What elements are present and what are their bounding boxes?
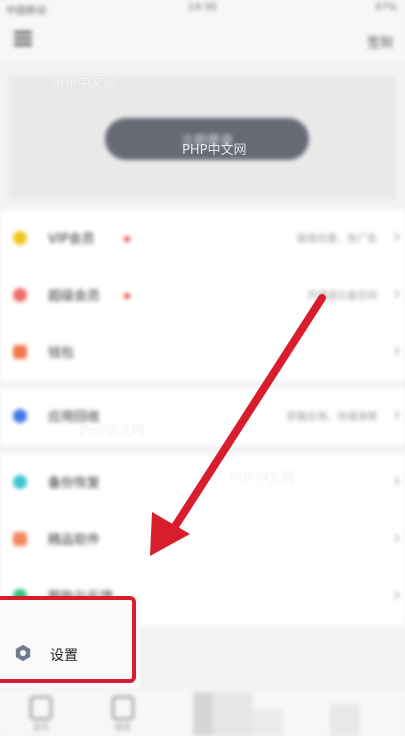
red-dot-badge [124, 236, 130, 242]
battery-text: 47% [374, 2, 397, 13]
recommend-icon [112, 696, 134, 720]
recycle-icon [13, 409, 27, 423]
list-group-membership: VIP会员 超值优惠，免广告 › 超级会员 开通送云盘空间 › 钱包 › [0, 210, 405, 381]
tab-home[interactable]: 首页 [26, 696, 56, 732]
tab-label: 首页 [33, 723, 49, 732]
list-item-label: 精品软件 [48, 533, 101, 548]
chevron-right-icon: › [393, 281, 401, 305]
chevron-right-icon: › [393, 468, 401, 492]
chevron-right-icon: › [393, 224, 401, 248]
backup-icon [13, 475, 27, 489]
checkin-button[interactable]: 签到 [367, 32, 393, 51]
vip-icon [13, 231, 27, 245]
red-dot-badge [124, 293, 130, 299]
top-bar: 签到 [0, 20, 405, 60]
chevron-right-icon: › [393, 402, 401, 426]
list-item-label: 超级会员 [48, 289, 101, 304]
list-item-wallet[interactable]: 钱包 › [0, 324, 405, 381]
home-icon [30, 696, 52, 720]
chevron-right-icon: › [393, 525, 401, 549]
highlight-box [0, 596, 136, 683]
tab-label: 推荐 [115, 723, 131, 732]
watermark: PHP中文网 [182, 143, 247, 158]
list-item-sub: 超值优惠，免广告 [297, 234, 377, 245]
status-bar: 中国移动 14:30 47% [0, 0, 405, 20]
list-item-software[interactable]: 精品软件 › [0, 511, 405, 568]
list-item-label: VIP会员 [48, 232, 95, 247]
bottom-tab-bar: 首页 推荐 [0, 690, 405, 736]
mosaic-block [213, 692, 253, 736]
carrier-text: 中国移动 [6, 6, 46, 17]
mosaic-block [330, 704, 360, 736]
list-group-apps: 应用回收 卸载应用，存储清理 › [0, 388, 405, 445]
list-item-app-recycle[interactable]: 应用回收 卸载应用，存储清理 › [0, 388, 405, 445]
mosaic-block [253, 710, 283, 736]
clock-text: 14:30 [188, 2, 217, 13]
list-item-label: 钱包 [48, 346, 75, 361]
list-item-label: 备份恢复 [48, 476, 101, 491]
list-item-sub: 卸载应用，存储清理 [287, 412, 377, 423]
watermark: PHP中文网 [230, 471, 295, 486]
chevron-right-icon: › [393, 582, 401, 606]
list-item-vip[interactable]: VIP会员 超值优惠，免广告 › [0, 210, 405, 267]
software-icon [13, 532, 27, 546]
list-item-backup[interactable]: 备份恢复 › [0, 454, 405, 511]
mosaic-block [193, 692, 213, 736]
chevron-right-icon: › [393, 338, 401, 362]
list-item-super-vip[interactable]: 超级会员 开通送云盘空间 › [0, 267, 405, 324]
tab-recommend[interactable]: 推荐 [108, 696, 138, 732]
wallet-icon [13, 345, 27, 359]
super-vip-icon [13, 288, 27, 302]
menu-icon[interactable] [14, 31, 32, 47]
list-item-sub: 开通送云盘空间 [307, 291, 377, 302]
watermark: PHP中文网 [52, 76, 117, 91]
watermark: PHP中文网 [80, 424, 145, 439]
